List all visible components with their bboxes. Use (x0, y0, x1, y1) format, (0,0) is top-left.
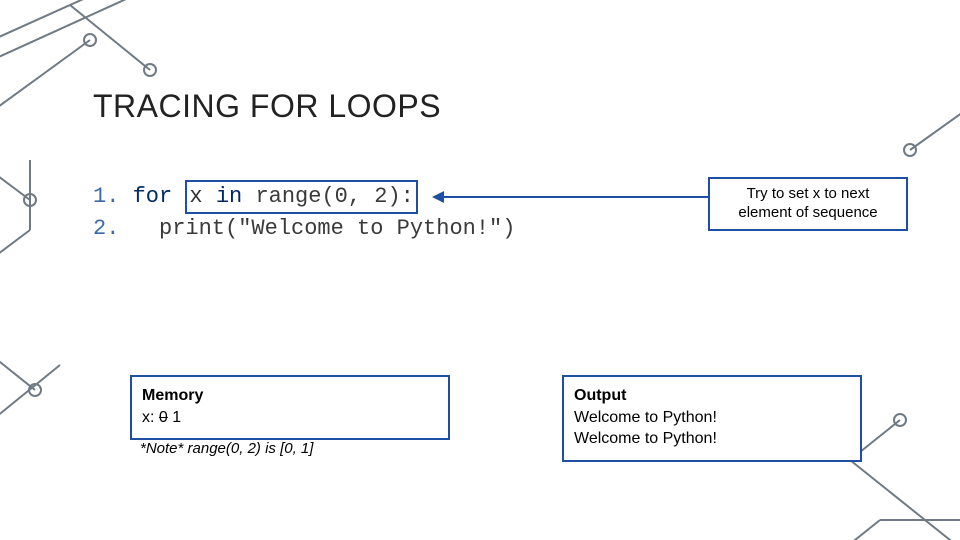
loop-header-highlight: x in range(0, 2): (185, 180, 417, 214)
range-note: *Note* range(0, 2) is [0, 1] (140, 440, 313, 457)
code-block: 1. for x in range(0, 2): 2. print("Welcom… (93, 180, 515, 243)
callout-line-2: element of sequence (718, 204, 898, 223)
code-line-2: 2. print("Welcome to Python!") (93, 214, 515, 244)
memory-box: Memory x: 0 1 (130, 375, 450, 440)
memory-new-value: 1 (172, 409, 181, 426)
kw-for: for (133, 184, 173, 209)
page-title: TRACING FOR LOOPS (93, 88, 441, 125)
callout-box: Try to set x to next element of sequence (708, 177, 908, 231)
var-x: x (189, 184, 202, 209)
memory-title: Memory (142, 385, 438, 407)
lineno-1: 1. (93, 184, 119, 209)
print-arg: ("Welcome to Python!") (225, 216, 515, 241)
range-args: (0, 2) (321, 184, 400, 209)
output-title: Output (574, 385, 850, 407)
fn-print: print (159, 216, 225, 241)
memory-var: x: (142, 409, 154, 426)
output-line-1: Welcome to Python! (574, 407, 850, 429)
output-box: Output Welcome to Python! Welcome to Pyt… (562, 375, 862, 462)
kw-in: in (216, 184, 242, 209)
fn-range: range (255, 184, 321, 209)
lineno-2: 2. (93, 216, 119, 241)
callout-line-1: Try to set x to next (718, 185, 898, 204)
callout-arrow-head (432, 191, 444, 203)
output-line-2: Welcome to Python! (574, 428, 850, 450)
memory-row: x: 0 1 (142, 407, 438, 429)
callout-arrow-line (440, 196, 708, 198)
memory-old-value: 0 (159, 409, 168, 426)
colon: : (401, 184, 414, 209)
